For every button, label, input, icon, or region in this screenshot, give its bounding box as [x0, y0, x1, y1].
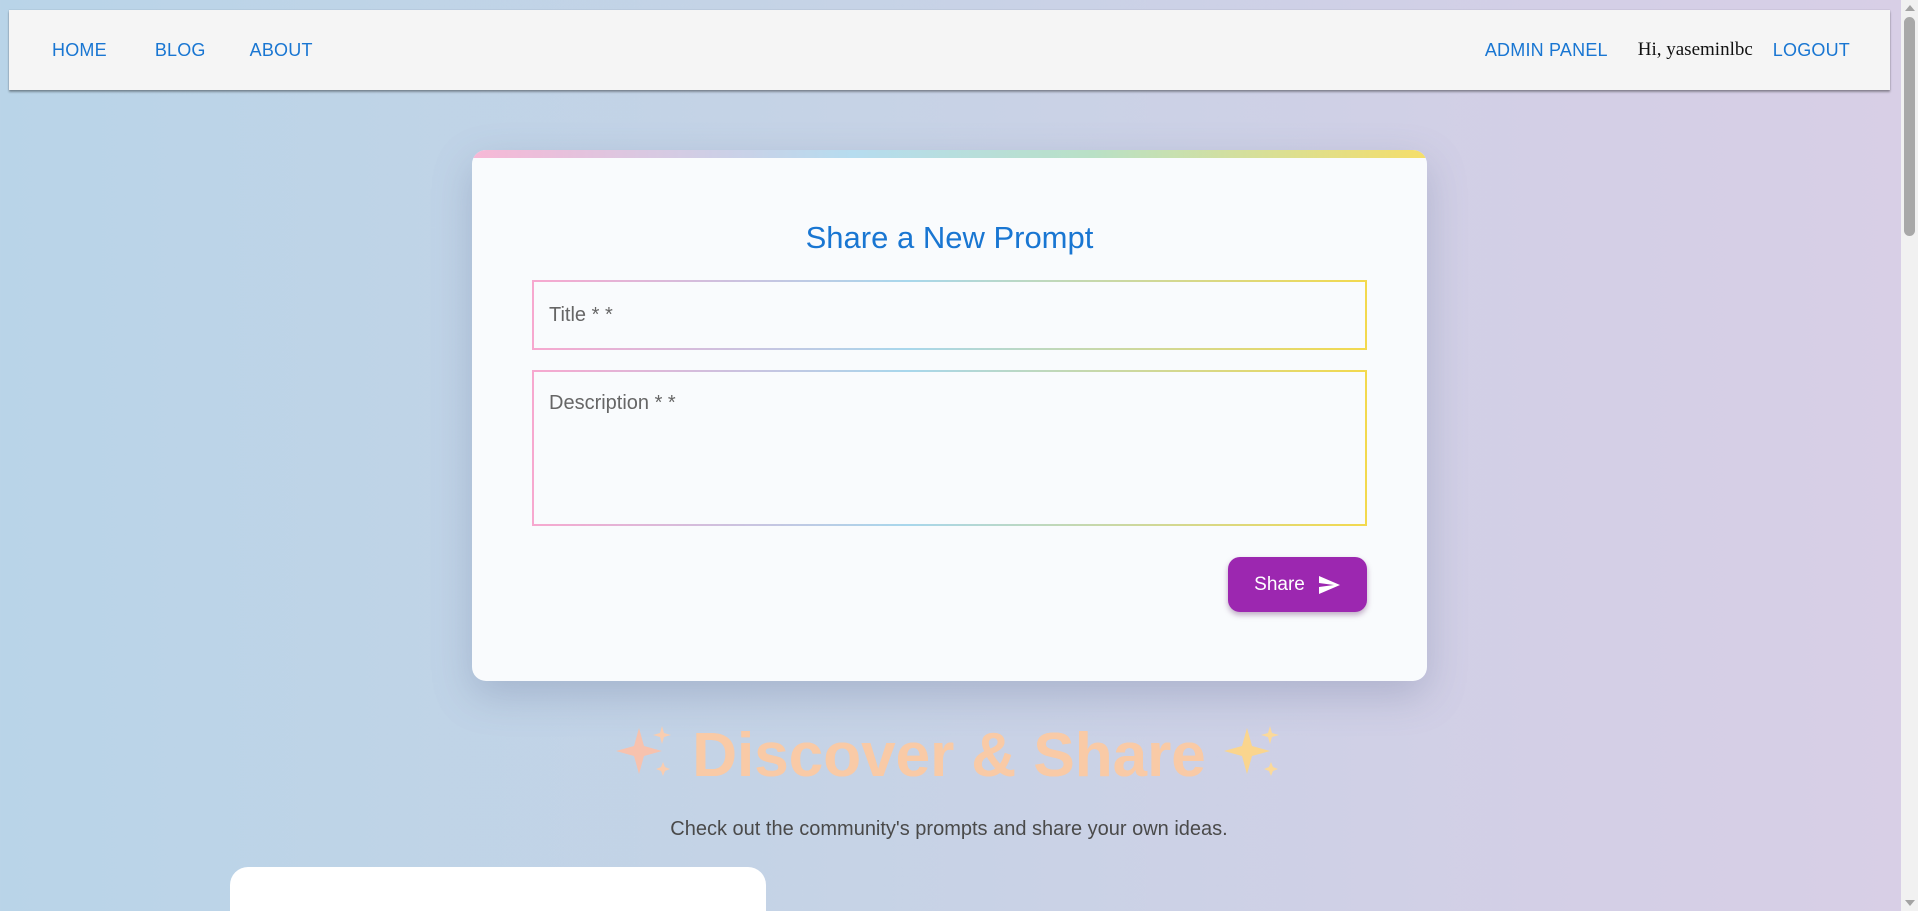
discover-heading: Discover & Share [0, 722, 1898, 790]
nav-home-link[interactable]: HOME [48, 32, 111, 69]
scroll-up-arrow-icon[interactable] [1905, 5, 1915, 11]
title-placeholder: Title * * [549, 303, 613, 326]
share-button-label: Share [1254, 573, 1305, 595]
nav-blog-link[interactable]: BLOG [151, 32, 210, 69]
prompt-card-preview[interactable] [230, 867, 766, 911]
send-icon [1318, 575, 1340, 594]
user-greeting: Hi, yaseminlbc [1637, 39, 1753, 60]
top-navbar: HOME BLOG ABOUT ADMIN PANEL Hi, yaseminl… [9, 10, 1890, 90]
sparkles-icon [616, 726, 672, 776]
title-field[interactable]: Title * * [532, 280, 1367, 350]
discover-subtitle: Check out the community's prompts and sh… [670, 818, 1228, 840]
share-button[interactable]: Share [1228, 557, 1367, 612]
nav-left-group: HOME BLOG ABOUT [9, 10, 317, 90]
nav-right-group: ADMIN PANEL Hi, yaseminlbc LOGOUT [1481, 10, 1890, 90]
discover-heading-text: Discover & Share [692, 721, 1206, 790]
title-input[interactable]: Title * * [534, 282, 1365, 348]
description-input[interactable]: Description * * [534, 372, 1365, 524]
page-scrollbar[interactable] [1901, 0, 1918, 911]
share-prompt-card: Share a New Prompt Title * * Description… [472, 150, 1427, 681]
nav-admin-panel-link[interactable]: ADMIN PANEL [1481, 32, 1612, 69]
sparkles-icon [1223, 726, 1279, 776]
nav-about-link[interactable]: ABOUT [246, 32, 317, 69]
nav-logout-link[interactable]: LOGOUT [1769, 32, 1854, 69]
description-field[interactable]: Description * * [532, 370, 1367, 526]
scroll-down-arrow-icon[interactable] [1905, 900, 1915, 906]
form-title: Share a New Prompt [805, 220, 1094, 255]
description-placeholder: Description * * [549, 392, 676, 414]
scroll-thumb[interactable] [1904, 17, 1915, 236]
card-gradient-bar [472, 150, 1427, 158]
